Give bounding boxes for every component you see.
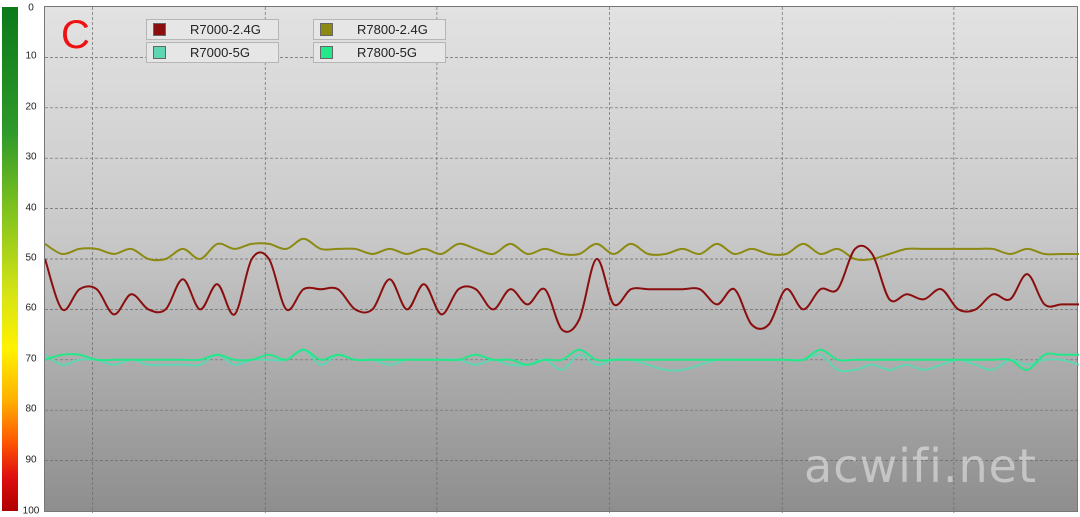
y-tick-label: 50 <box>25 252 37 264</box>
y-tick-label: 90 <box>25 454 37 466</box>
legend-item-r7000-2-4g: R7000-2.4G <box>146 19 279 40</box>
legend-item-r7800-2-4g: R7800-2.4G <box>313 19 446 40</box>
legend-swatch <box>153 23 166 36</box>
signal-color-scale <box>2 7 18 511</box>
watermark: acwifi.net <box>804 439 1037 493</box>
y-tick-label: 0 <box>28 2 34 14</box>
chart-svg <box>45 7 1079 513</box>
legend-item-r7800-5g: R7800-5G <box>313 42 446 63</box>
plot-area: C R7000-2.4G R7000-5G R7800-2.4G R7800-5… <box>44 6 1079 513</box>
y-tick-label: 10 <box>25 50 37 62</box>
y-tick-label: 40 <box>25 202 37 214</box>
y-tick-label: 80 <box>25 403 37 415</box>
legend-swatch <box>320 23 333 36</box>
series-line-r7800-5g <box>45 348 1079 371</box>
legend-item-r7000-5g: R7000-5G <box>146 42 279 63</box>
corner-label: C <box>61 13 90 57</box>
series-line-r7800-2-4g <box>45 237 1079 262</box>
chart-root: 0 10 20 30 40 50 60 70 80 90 100 C R7000-2.4G R700… <box>0 0 1080 517</box>
legend-label: R7800-5G <box>357 45 417 60</box>
y-tick-label: 70 <box>25 353 37 365</box>
legend-label: R7800-2.4G <box>357 22 428 37</box>
legend-swatch <box>153 46 166 59</box>
y-tick-label: 30 <box>25 151 37 163</box>
y-axis: 0 10 20 30 40 50 60 70 80 90 100 <box>18 0 44 517</box>
y-tick-label: 20 <box>25 101 37 113</box>
legend-label: R7000-5G <box>190 45 250 60</box>
y-tick-label: 60 <box>25 302 37 314</box>
legend-label: R7000-2.4G <box>190 22 261 37</box>
legend-swatch <box>320 46 333 59</box>
